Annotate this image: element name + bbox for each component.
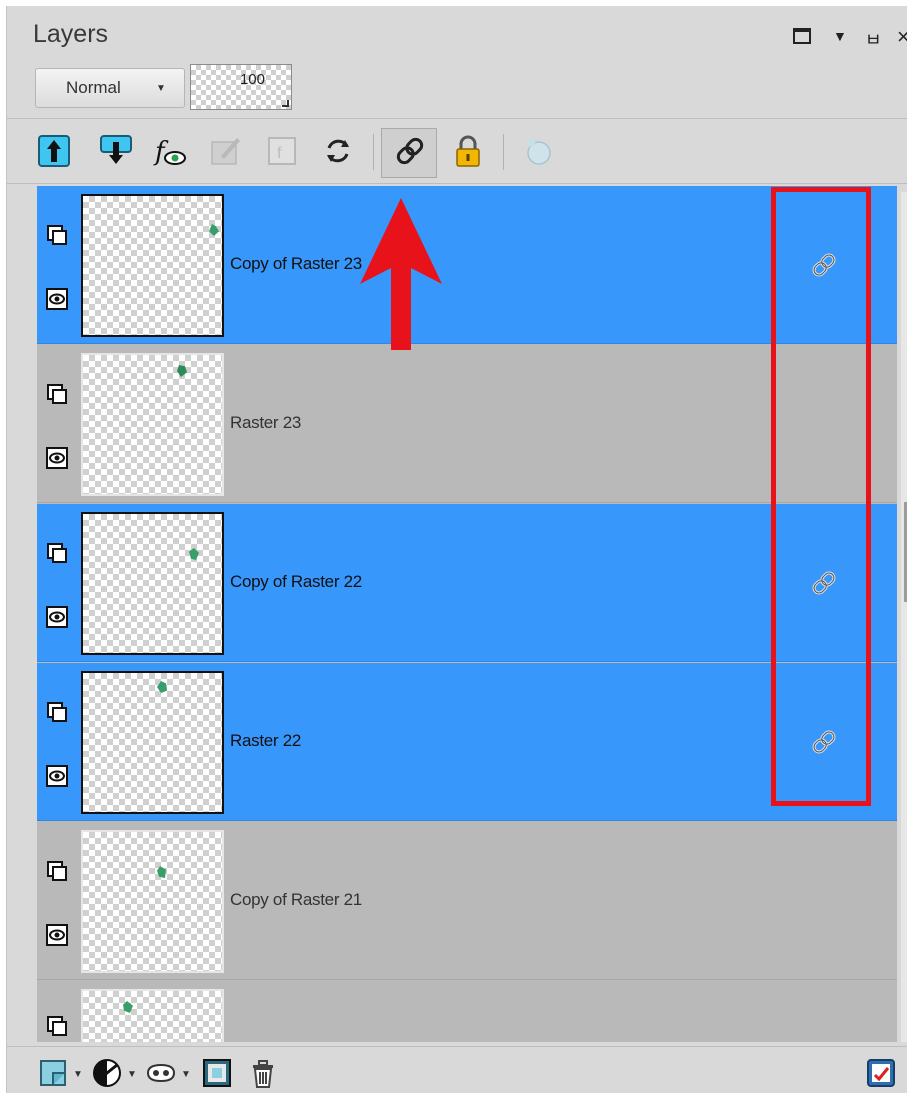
palette-icon[interactable] — [521, 134, 555, 168]
close-icon[interactable]: × — [897, 24, 907, 50]
layers-toolbar: f f — [7, 124, 907, 180]
move-down-icon[interactable] — [99, 134, 133, 168]
refresh-icon[interactable] — [321, 134, 355, 168]
thumbnail-content — [209, 224, 219, 236]
layer-name: Copy of Raster 22 — [230, 572, 362, 591]
layer-row-copy-of-raster-23[interactable]: Copy of Raster 23 — [37, 186, 897, 344]
eye-icon[interactable] — [46, 765, 68, 787]
annotation-arrow-icon — [360, 198, 442, 350]
layer-type-icon — [47, 384, 67, 404]
thumbnail-content — [157, 681, 167, 693]
layer-row-partial[interactable] — [37, 981, 897, 1042]
thumbnail-content — [157, 866, 166, 878]
eye-icon[interactable] — [46, 924, 68, 946]
divider — [7, 118, 907, 119]
svg-text:f: f — [277, 145, 282, 162]
thumbnail-content — [123, 1001, 133, 1013]
layer-name: Raster 23 — [230, 413, 302, 432]
layer-thumbnail — [81, 512, 224, 655]
toolbar-divider — [373, 134, 374, 170]
mask-icon[interactable] — [145, 1057, 177, 1089]
divider — [7, 183, 907, 184]
chevron-down-icon[interactable]: ▼ — [833, 28, 847, 44]
layer-thumbnail — [81, 989, 224, 1042]
layer-thumbnail — [81, 353, 224, 496]
chevron-down-icon[interactable]: ▼ — [181, 1069, 191, 1080]
layer-row-copy-of-raster-22[interactable]: Copy of Raster 22 — [37, 504, 897, 662]
panel-title: Layers — [33, 20, 109, 48]
layer-thumbnail — [81, 671, 224, 814]
resize-grip-icon — [282, 100, 289, 107]
layer-name: Copy of Raster 21 — [230, 890, 362, 909]
layer-row-copy-of-raster-21[interactable]: Copy of Raster 21 — [37, 822, 897, 980]
layer-name: Raster 22 — [230, 731, 302, 750]
annotation-highlight-box — [771, 187, 871, 806]
blend-mode-label: Normal — [66, 78, 121, 97]
link-icon[interactable] — [393, 134, 427, 168]
lock-icon[interactable] — [451, 134, 485, 168]
layer-properties-icon[interactable] — [209, 134, 243, 168]
properties-icon[interactable] — [865, 1057, 897, 1089]
layer-type-icon — [47, 702, 67, 722]
pin-icon[interactable]: ㅂ — [865, 26, 882, 52]
move-up-icon[interactable] — [37, 134, 71, 168]
blend-mode-dropdown[interactable]: Normal ▼ — [35, 68, 185, 108]
mask-icon[interactable]: f — [265, 134, 299, 168]
layers-list: Copy of Raster 23 Raster 23 Copy of Rast… — [37, 186, 897, 1042]
chevron-down-icon: ▼ — [156, 82, 166, 94]
group-layer-icon[interactable] — [201, 1057, 233, 1089]
layer-thumbnail — [81, 830, 224, 973]
eye-icon[interactable] — [46, 288, 68, 310]
layer-type-icon — [47, 861, 67, 881]
layer-row-raster-22[interactable]: Raster 22 — [37, 663, 897, 821]
chevron-down-icon[interactable]: ▼ — [73, 1069, 83, 1080]
bottom-toolbar: ▼ ▼ ▼ — [7, 1046, 907, 1093]
toolbar-divider — [503, 134, 504, 170]
eye-icon[interactable] — [46, 447, 68, 469]
layer-type-icon — [47, 225, 67, 245]
layer-effects-icon[interactable]: f — [153, 134, 187, 168]
opacity-value: 100 — [239, 71, 265, 88]
adjustment-layer-icon[interactable] — [91, 1057, 123, 1089]
layer-type-icon — [47, 1016, 67, 1036]
layer-row-raster-23[interactable]: Raster 23 — [37, 345, 897, 503]
new-layer-icon[interactable] — [37, 1057, 69, 1089]
eye-icon[interactable] — [46, 606, 68, 628]
chevron-down-icon[interactable]: ▼ — [127, 1069, 137, 1080]
scrollbar[interactable] — [901, 192, 907, 1042]
thumbnail-content — [189, 548, 199, 560]
layer-name: Copy of Raster 23 — [230, 254, 362, 273]
maximize-icon[interactable] — [793, 28, 811, 44]
opacity-field[interactable]: 100 — [190, 64, 292, 110]
thumbnail-content — [177, 365, 187, 377]
layer-thumbnail — [81, 194, 224, 337]
layer-type-icon — [47, 543, 67, 563]
trash-icon[interactable] — [247, 1057, 279, 1089]
